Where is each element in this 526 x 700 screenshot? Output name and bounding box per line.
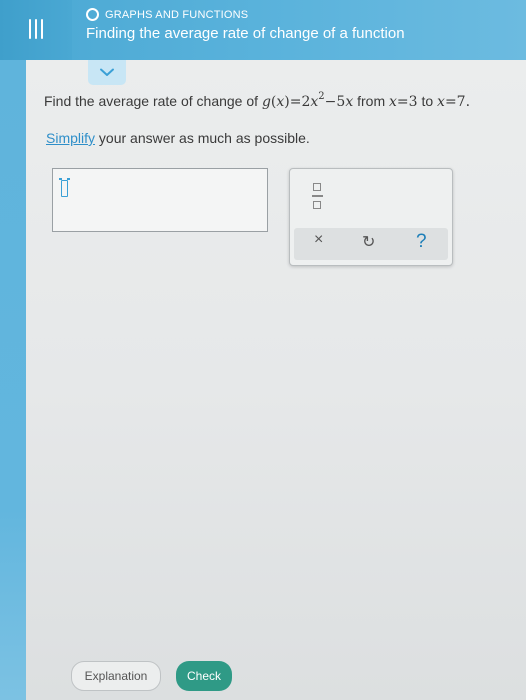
- bound-a-value: =3: [396, 94, 418, 110]
- function-minus: −: [324, 94, 337, 110]
- explanation-button[interactable]: Explanation: [71, 661, 161, 691]
- undo-icon[interactable]: ↻: [362, 232, 375, 252]
- function-term2: 5: [336, 94, 346, 110]
- header-bar: GRAPHS AND FUNCTIONS Finding the average…: [0, 0, 526, 60]
- topic-progress-icon: [86, 8, 99, 21]
- numerator-box-icon: [313, 183, 321, 191]
- function-x2: x: [345, 94, 354, 110]
- function-eq: )=2: [284, 94, 311, 110]
- chevron-down-icon: [100, 68, 114, 76]
- bound-b-value: =7.: [444, 94, 471, 110]
- text-cursor-icon: [59, 178, 70, 197]
- bound-b-var: x: [437, 94, 445, 110]
- clear-icon[interactable]: ×: [314, 231, 323, 249]
- help-icon[interactable]: ?: [416, 231, 427, 253]
- page: GRAPHS AND FUNCTIONS Finding the average…: [0, 0, 526, 700]
- toolbox-actions: × ↻ ?: [294, 228, 448, 260]
- left-stripe: [0, 60, 26, 700]
- question-prefix: Find the average rate of change of: [44, 93, 259, 109]
- instruction-text: Simplify your answer as much as possible…: [46, 130, 310, 146]
- check-button[interactable]: Check: [176, 661, 232, 691]
- answer-input[interactable]: [52, 168, 268, 232]
- bound-a-var: x: [389, 94, 397, 110]
- question-from: from: [357, 93, 386, 109]
- function-name: g: [261, 94, 271, 110]
- instruction-rest: your answer as much as possible.: [98, 130, 310, 146]
- question-to: to: [421, 93, 434, 109]
- fraction-button[interactable]: [310, 183, 324, 209]
- page-title: Finding the average rate of change of a …: [86, 25, 405, 42]
- simplify-link[interactable]: Simplify: [46, 130, 95, 146]
- denominator-box-icon: [313, 201, 321, 209]
- fraction-bar-icon: [311, 195, 323, 197]
- topic-row: GRAPHS AND FUNCTIONS: [86, 8, 248, 21]
- topic-label: GRAPHS AND FUNCTIONS: [105, 8, 249, 21]
- menu-icon: [29, 19, 43, 39]
- question-text: Find the average rate of change of g(x)=…: [44, 92, 471, 111]
- math-toolbox: × ↻ ?: [289, 168, 453, 266]
- collapse-toggle[interactable]: [88, 60, 126, 85]
- menu-button[interactable]: [0, 0, 72, 60]
